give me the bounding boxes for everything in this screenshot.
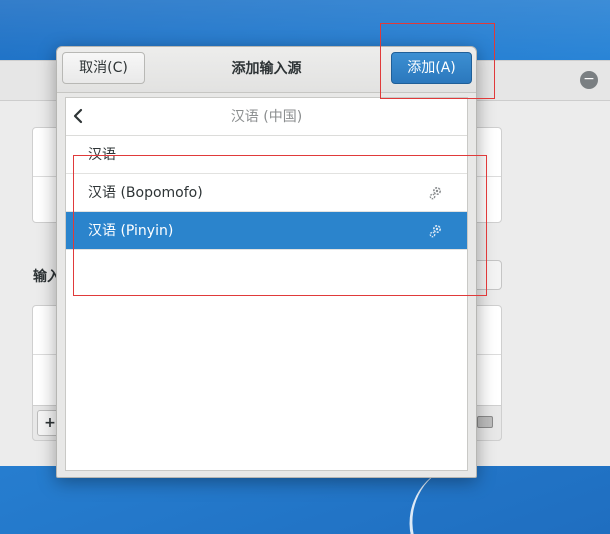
annotation-box-list: [73, 155, 487, 296]
annotation-box-add-button: [380, 23, 495, 99]
back-row[interactable]: 汉语 (中国): [66, 98, 467, 136]
cancel-button[interactable]: 取消(C): [62, 52, 145, 84]
close-icon[interactable]: −: [580, 71, 598, 89]
chevron-left-icon[interactable]: [72, 106, 90, 126]
keyboard-icon[interactable]: [477, 416, 493, 428]
back-row-title: 汉语 (中国): [230, 109, 303, 125]
